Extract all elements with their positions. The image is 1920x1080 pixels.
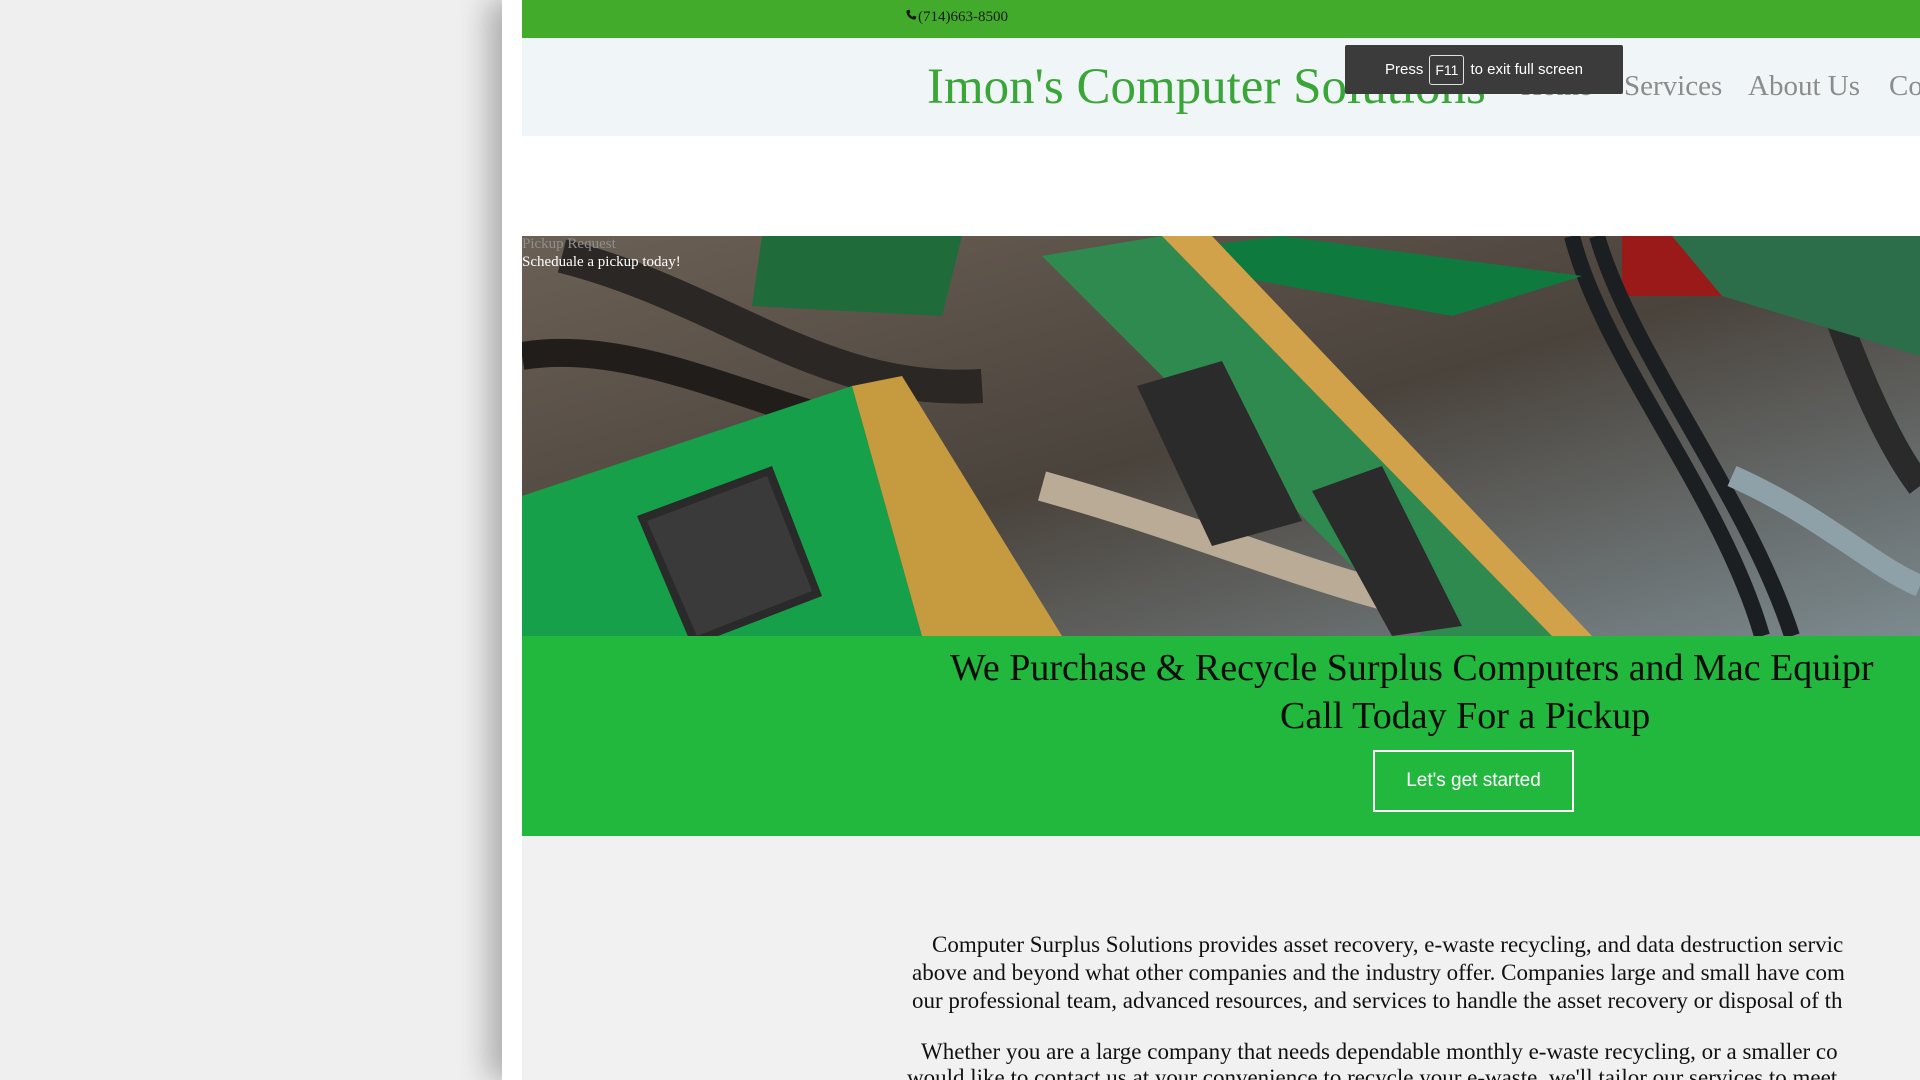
nav-contact[interactable]: Co [1889,70,1920,103]
top-contact-bar: (714)663-8500 [522,0,1920,38]
website: (714)663-8500 Imon's Computer Solutions … [522,0,1920,1080]
hero-subtitle: Scheduale a pickup today! [522,254,681,270]
cta-band: We Purchase & Recycle Surplus Computers … [522,636,1920,836]
phone-icon [905,9,917,26]
cta-subheadline: Call Today For a Pickup [1280,695,1651,737]
hero-kicker: Pickup Request [522,236,616,252]
phone-number: (714)663-8500 [918,9,1008,25]
nav-about-us[interactable]: About Us [1748,70,1860,103]
hero-electronics-photo [522,236,1920,636]
cta-headline: We Purchase & Recycle Surplus Computers … [950,647,1874,689]
f11-key: F11 [1429,54,1465,85]
nav-services[interactable]: Services [1624,70,1722,103]
get-started-button[interactable]: Let's get started [1373,750,1574,812]
paragraph-1-line-2: above and beyond what other companies an… [912,960,1845,985]
main-navbar: Imon's Computer Solutions Home Services … [522,38,1920,136]
paragraph-1-line-3: our professional team, advanced resource… [912,988,1843,1013]
fullscreen-press-label: Press [1385,61,1424,78]
fullscreen-notice: Press F11 to exit full screen [1345,45,1623,94]
paragraph-2-line-2: would like to contact us at your conveni… [907,1065,1838,1080]
paragraph-1-line-1: Computer Surplus Solutions provides asse… [932,932,1844,957]
paragraph-2-line-1: Whether you are a large company that nee… [921,1039,1838,1064]
fullscreen-exit-label: to exit full screen [1470,61,1583,78]
phone-contact[interactable]: (714)663-8500 [905,9,1008,26]
intro-section: Computer Surplus Solutions provides asse… [522,836,1920,1080]
hero-banner: Pickup Request Scheduale a pickup today! [522,236,1920,636]
